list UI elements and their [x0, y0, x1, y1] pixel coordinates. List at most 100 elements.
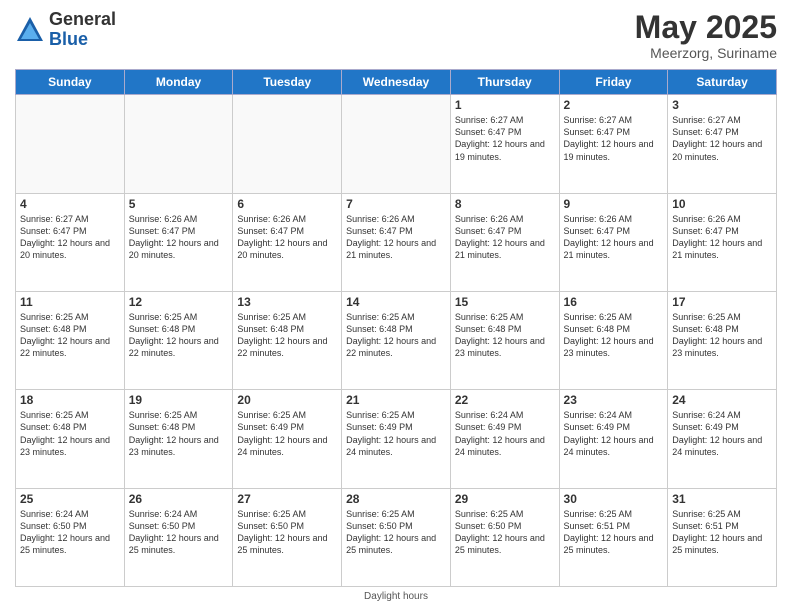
- day-info: Sunrise: 6:25 AM Sunset: 6:49 PM Dayligh…: [237, 409, 337, 458]
- day-info: Sunrise: 6:25 AM Sunset: 6:51 PM Dayligh…: [672, 508, 772, 557]
- day-info: Sunrise: 6:24 AM Sunset: 6:49 PM Dayligh…: [564, 409, 664, 458]
- page: General Blue May 2025 Meerzorg, Suriname…: [0, 0, 792, 612]
- day-info: Sunrise: 6:26 AM Sunset: 6:47 PM Dayligh…: [672, 213, 772, 262]
- col-header-friday: Friday: [559, 70, 668, 95]
- col-header-thursday: Thursday: [450, 70, 559, 95]
- day-info: Sunrise: 6:24 AM Sunset: 6:49 PM Dayligh…: [455, 409, 555, 458]
- day-info: Sunrise: 6:25 AM Sunset: 6:48 PM Dayligh…: [564, 311, 664, 360]
- month-title: May 2025: [635, 10, 777, 45]
- day-info: Sunrise: 6:25 AM Sunset: 6:50 PM Dayligh…: [346, 508, 446, 557]
- col-header-wednesday: Wednesday: [342, 70, 451, 95]
- calendar-cell: 11 Sunrise: 6:25 AM Sunset: 6:48 PM Dayli…: [16, 291, 125, 389]
- logo-blue-text: Blue: [49, 30, 116, 50]
- day-number: 22: [455, 393, 555, 407]
- calendar-cell: 26 Sunrise: 6:24 AM Sunset: 6:50 PM Dayli…: [124, 488, 233, 586]
- footer: Daylight hours: [15, 587, 777, 602]
- day-number: 4: [20, 197, 120, 211]
- day-number: 8: [455, 197, 555, 211]
- calendar-cell: [233, 95, 342, 193]
- calendar-cell: 15 Sunrise: 6:25 AM Sunset: 6:48 PM Dayli…: [450, 291, 559, 389]
- logo: General Blue: [15, 10, 116, 50]
- day-number: 31: [672, 492, 772, 506]
- day-number: 17: [672, 295, 772, 309]
- location: Meerzorg, Suriname: [635, 45, 777, 61]
- calendar-cell: 28 Sunrise: 6:25 AM Sunset: 6:50 PM Dayli…: [342, 488, 451, 586]
- day-info: Sunrise: 6:26 AM Sunset: 6:47 PM Dayligh…: [455, 213, 555, 262]
- calendar-cell: 20 Sunrise: 6:25 AM Sunset: 6:49 PM Dayli…: [233, 390, 342, 488]
- day-info: Sunrise: 6:26 AM Sunset: 6:47 PM Dayligh…: [237, 213, 337, 262]
- col-header-tuesday: Tuesday: [233, 70, 342, 95]
- calendar-cell: 5 Sunrise: 6:26 AM Sunset: 6:47 PM Daylig…: [124, 193, 233, 291]
- day-info: Sunrise: 6:26 AM Sunset: 6:47 PM Dayligh…: [564, 213, 664, 262]
- day-info: Sunrise: 6:25 AM Sunset: 6:48 PM Dayligh…: [129, 409, 229, 458]
- day-number: 28: [346, 492, 446, 506]
- day-info: Sunrise: 6:24 AM Sunset: 6:50 PM Dayligh…: [129, 508, 229, 557]
- day-info: Sunrise: 6:27 AM Sunset: 6:47 PM Dayligh…: [20, 213, 120, 262]
- day-info: Sunrise: 6:25 AM Sunset: 6:48 PM Dayligh…: [346, 311, 446, 360]
- day-number: 16: [564, 295, 664, 309]
- day-number: 25: [20, 492, 120, 506]
- calendar-cell: 14 Sunrise: 6:25 AM Sunset: 6:48 PM Dayli…: [342, 291, 451, 389]
- day-info: Sunrise: 6:25 AM Sunset: 6:48 PM Dayligh…: [129, 311, 229, 360]
- day-number: 26: [129, 492, 229, 506]
- day-info: Sunrise: 6:27 AM Sunset: 6:47 PM Dayligh…: [564, 114, 664, 163]
- calendar-cell: [342, 95, 451, 193]
- day-info: Sunrise: 6:25 AM Sunset: 6:48 PM Dayligh…: [455, 311, 555, 360]
- calendar-cell: 16 Sunrise: 6:25 AM Sunset: 6:48 PM Dayli…: [559, 291, 668, 389]
- day-number: 18: [20, 393, 120, 407]
- day-number: 9: [564, 197, 664, 211]
- logo-general-text: General: [49, 10, 116, 30]
- day-info: Sunrise: 6:26 AM Sunset: 6:47 PM Dayligh…: [129, 213, 229, 262]
- col-header-monday: Monday: [124, 70, 233, 95]
- day-number: 1: [455, 98, 555, 112]
- day-number: 24: [672, 393, 772, 407]
- calendar-cell: 6 Sunrise: 6:26 AM Sunset: 6:47 PM Daylig…: [233, 193, 342, 291]
- calendar-cell: 29Sunrise: 6:25 AM Sunset: 6:50 PM Dayli…: [450, 488, 559, 586]
- day-info: Sunrise: 6:25 AM Sunset: 6:48 PM Dayligh…: [237, 311, 337, 360]
- calendar-cell: 19 Sunrise: 6:25 AM Sunset: 6:48 PM Dayli…: [124, 390, 233, 488]
- day-number: 15: [455, 295, 555, 309]
- calendar-cell: 30Sunrise: 6:25 AM Sunset: 6:51 PM Dayli…: [559, 488, 668, 586]
- day-number: 13: [237, 295, 337, 309]
- day-number: 30: [564, 492, 664, 506]
- calendar-cell: 9 Sunrise: 6:26 AM Sunset: 6:47 PM Daylig…: [559, 193, 668, 291]
- calendar-cell: 27 Sunrise: 6:25 AM Sunset: 6:50 PM Dayli…: [233, 488, 342, 586]
- day-info: Sunrise: 6:24 AM Sunset: 6:50 PM Dayligh…: [20, 508, 120, 557]
- footer-text: Daylight hours: [364, 591, 428, 602]
- calendar-cell: 24 Sunrise: 6:24 AM Sunset: 6:49 PM Dayli…: [668, 390, 777, 488]
- calendar-cell: [16, 95, 125, 193]
- day-number: 10: [672, 197, 772, 211]
- day-info: Sunrise: 6:25 AM Sunset: 6:50 PM Dayligh…: [455, 508, 555, 557]
- calendar-cell: 22 Sunrise: 6:24 AM Sunset: 6:49 PM Dayli…: [450, 390, 559, 488]
- day-info: Sunrise: 6:24 AM Sunset: 6:49 PM Dayligh…: [672, 409, 772, 458]
- calendar-cell: 12 Sunrise: 6:25 AM Sunset: 6:48 PM Dayli…: [124, 291, 233, 389]
- day-number: 20: [237, 393, 337, 407]
- day-number: 7: [346, 197, 446, 211]
- calendar-cell: 17 Sunrise: 6:25 AM Sunset: 6:48 PM Dayli…: [668, 291, 777, 389]
- day-number: 6: [237, 197, 337, 211]
- day-number: 27: [237, 492, 337, 506]
- day-number: 12: [129, 295, 229, 309]
- day-number: 19: [129, 393, 229, 407]
- day-info: Sunrise: 6:25 AM Sunset: 6:50 PM Dayligh…: [237, 508, 337, 557]
- day-info: Sunrise: 6:25 AM Sunset: 6:48 PM Dayligh…: [20, 311, 120, 360]
- logo-text: General Blue: [49, 10, 116, 50]
- col-header-saturday: Saturday: [668, 70, 777, 95]
- day-info: Sunrise: 6:25 AM Sunset: 6:48 PM Dayligh…: [20, 409, 120, 458]
- calendar-cell: 7 Sunrise: 6:26 AM Sunset: 6:47 PM Daylig…: [342, 193, 451, 291]
- day-info: Sunrise: 6:27 AM Sunset: 6:47 PM Dayligh…: [672, 114, 772, 163]
- day-number: 14: [346, 295, 446, 309]
- day-info: Sunrise: 6:25 AM Sunset: 6:48 PM Dayligh…: [672, 311, 772, 360]
- day-info: Sunrise: 6:27 AM Sunset: 6:47 PM Dayligh…: [455, 114, 555, 163]
- day-number: 5: [129, 197, 229, 211]
- calendar-cell: 3Sunrise: 6:27 AM Sunset: 6:47 PM Daylig…: [668, 95, 777, 193]
- calendar-cell: 25 Sunrise: 6:24 AM Sunset: 6:50 PM Dayli…: [16, 488, 125, 586]
- calendar-cell: 1 Sunrise: 6:27 AM Sunset: 6:47 PM Daylig…: [450, 95, 559, 193]
- col-header-sunday: Sunday: [16, 70, 125, 95]
- day-number: 11: [20, 295, 120, 309]
- calendar-cell: 8 Sunrise: 6:26 AM Sunset: 6:47 PM Daylig…: [450, 193, 559, 291]
- day-info: Sunrise: 6:25 AM Sunset: 6:49 PM Dayligh…: [346, 409, 446, 458]
- calendar-cell: 18 Sunrise: 6:25 AM Sunset: 6:48 PM Dayli…: [16, 390, 125, 488]
- day-number: 2: [564, 98, 664, 112]
- day-info: Sunrise: 6:26 AM Sunset: 6:47 PM Dayligh…: [346, 213, 446, 262]
